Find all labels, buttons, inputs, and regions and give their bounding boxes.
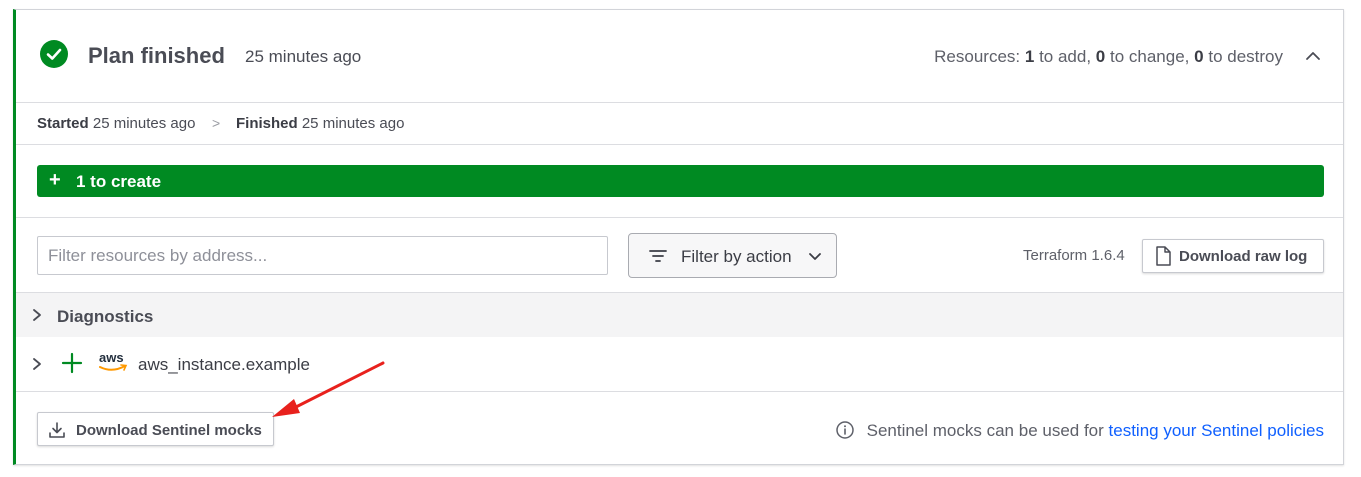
info-icon	[836, 421, 854, 439]
download-sentinel-mocks-label: Download Sentinel mocks	[76, 422, 262, 439]
add-count: 1	[1024, 47, 1035, 66]
download-icon	[49, 422, 65, 438]
filter-icon	[649, 250, 667, 262]
started-item: Started 25 minutes ago	[37, 115, 195, 132]
plan-time: 25 minutes ago	[245, 47, 362, 66]
started-label: Started	[37, 115, 89, 132]
info-text: Sentinel mocks can be used for	[866, 421, 1104, 440]
filter-by-action-label: Filter by action	[681, 247, 792, 266]
plus-icon: +	[49, 169, 61, 191]
document-icon	[1156, 246, 1171, 266]
finished-item: Finished 25 minutes ago	[236, 115, 404, 132]
destroy-text: to destroy	[1208, 47, 1283, 66]
change-count: 0	[1095, 47, 1106, 66]
finished-label: Finished	[236, 115, 298, 132]
diagnostics-row[interactable]: Diagnostics	[16, 293, 1343, 337]
started-time: 25 minutes ago	[92, 115, 196, 132]
destroy-count: 0	[1194, 47, 1204, 66]
diagnostics-label: Diagnostics	[57, 307, 154, 326]
create-plus-icon	[61, 352, 83, 374]
resource-address: aws_instance.example	[138, 355, 310, 374]
resource-row[interactable]: aws aws_instance.example	[16, 337, 1343, 392]
chevron-right-icon	[33, 358, 41, 370]
finished-time: 25 minutes ago	[301, 115, 405, 132]
add-text: to add,	[1039, 47, 1092, 66]
chevron-right-icon	[33, 309, 41, 321]
run-plan-card: Plan finished 25 minutes ago Resources: …	[13, 9, 1344, 465]
run-timeline: Started 25 minutes ago > Finished 25 min…	[16, 102, 1343, 145]
create-summary-bar[interactable]: + 1 to create	[37, 165, 1324, 197]
change-text: to change,	[1110, 47, 1190, 66]
download-raw-log-button[interactable]: Download raw log	[1142, 239, 1324, 273]
check-circle-icon	[40, 40, 68, 68]
page-title: Plan finished	[88, 43, 225, 68]
svg-text:aws: aws	[99, 350, 124, 365]
download-raw-log-label: Download raw log	[1179, 248, 1308, 265]
terraform-version: Terraform 1.6.4	[1023, 247, 1125, 264]
create-label: 1 to create	[76, 172, 162, 191]
divider	[16, 217, 1343, 218]
timeline-separator: >	[212, 115, 221, 131]
sentinel-info: Sentinel mocks can be used for testing y…	[836, 421, 1324, 441]
sentinel-policies-link[interactable]: testing your Sentinel policies	[1109, 421, 1324, 440]
resources-prefix: Resources:	[934, 47, 1021, 66]
filter-by-action-button[interactable]: Filter by action	[628, 233, 837, 278]
aws-logo-icon: aws	[99, 350, 128, 371]
download-sentinel-mocks-button[interactable]: Download Sentinel mocks	[37, 412, 274, 446]
chevron-down-icon	[809, 253, 821, 260]
resources-summary: Resources: 1 to add, 0 to change, 0 to d…	[934, 47, 1283, 67]
chevron-up-icon[interactable]	[1305, 48, 1321, 64]
filter-resources-input[interactable]	[37, 236, 608, 275]
plan-header[interactable]: Plan finished 25 minutes ago Resources: …	[16, 10, 1343, 103]
